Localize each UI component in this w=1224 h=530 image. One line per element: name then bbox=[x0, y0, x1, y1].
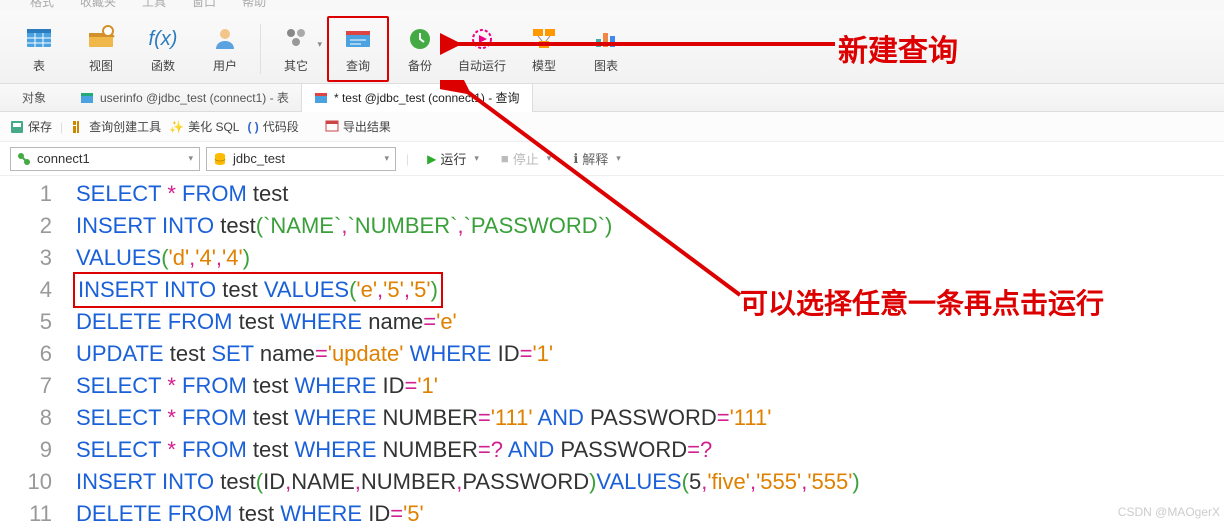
database-value: jdbc_test bbox=[233, 151, 285, 166]
ribbon-label: 其它 bbox=[284, 57, 308, 74]
view-icon bbox=[86, 23, 116, 53]
snippet-button[interactable]: ( ) 代码段 bbox=[247, 118, 298, 135]
beautify-button[interactable]: ✨ 美化 SQL bbox=[169, 118, 239, 135]
export-button[interactable]: 导出结果 bbox=[325, 118, 391, 135]
save-button[interactable]: 保存 bbox=[10, 118, 52, 135]
table-icon bbox=[24, 23, 54, 53]
ribbon-label: 表 bbox=[33, 57, 45, 74]
user-icon bbox=[210, 23, 240, 53]
query-icon bbox=[343, 23, 373, 53]
menu-格式[interactable]: 格式 bbox=[30, 0, 54, 10]
menubar: 格式 收藏夹 工具 窗口 帮助 bbox=[0, 0, 1224, 10]
ribbon-label: 图表 bbox=[594, 57, 618, 74]
ribbon-label: 查询 bbox=[346, 57, 370, 74]
connection-value: connect1 bbox=[37, 151, 90, 166]
ribbon-user-button[interactable]: 用户 bbox=[194, 16, 256, 82]
ribbon-label: 备份 bbox=[408, 57, 432, 74]
ribbon-other-button[interactable]: 其它 bbox=[265, 16, 327, 82]
connection-select[interactable]: connect1 bbox=[10, 147, 200, 171]
snippet-label: 代码段 bbox=[263, 118, 299, 135]
ribbon-label: 自动运行 bbox=[458, 57, 506, 74]
code-line[interactable]: SELECT * FROM test WHERE ID='1' bbox=[76, 370, 1224, 402]
code-line[interactable]: UPDATE test SET name='update' WHERE ID='… bbox=[76, 338, 1224, 370]
database-select[interactable]: jdbc_test bbox=[206, 147, 396, 171]
ribbon-label: 用户 bbox=[213, 57, 237, 74]
save-label: 保存 bbox=[28, 118, 52, 135]
menu-帮助[interactable]: 帮助 bbox=[242, 0, 266, 10]
code-line[interactable]: INSERT INTO test(ID,NAME,NUMBER,PASSWORD… bbox=[76, 466, 1224, 498]
ribbon-label: 函数 bbox=[151, 57, 175, 74]
tbl-icon bbox=[80, 91, 94, 105]
arrow-1 bbox=[440, 28, 840, 58]
play-icon: ▶ bbox=[427, 152, 436, 166]
ribbon-view-button[interactable]: 视图 bbox=[70, 16, 132, 82]
tab-label: userinfo @jdbc_test (connect1) - 表 bbox=[100, 89, 289, 106]
arrow-2 bbox=[440, 80, 750, 310]
ribbon-table-button[interactable]: 表 bbox=[8, 16, 70, 82]
menu-工具[interactable]: 工具 bbox=[142, 0, 166, 10]
svg-text:f(x): f(x) bbox=[149, 28, 178, 50]
code-line[interactable]: DELETE FROM test WHERE ID='5' bbox=[76, 498, 1224, 530]
backup-icon bbox=[405, 23, 435, 53]
menu-收藏夹[interactable]: 收藏夹 bbox=[80, 0, 116, 10]
ribbon-label: 视图 bbox=[89, 57, 113, 74]
menu-窗口[interactable]: 窗口 bbox=[192, 0, 216, 10]
code-line[interactable]: SELECT * FROM test WHERE NUMBER=? AND PA… bbox=[76, 434, 1224, 466]
other-icon bbox=[281, 23, 311, 53]
gutter: 1234567891011 bbox=[0, 176, 70, 530]
ribbon-label: 模型 bbox=[532, 57, 556, 74]
qry-icon bbox=[314, 91, 328, 105]
watermark: CSDN @MAOgerX bbox=[1118, 505, 1220, 519]
qbuilder-button[interactable]: 查询创建工具 bbox=[71, 118, 161, 135]
ribbon-query-button[interactable]: 查询 bbox=[327, 16, 389, 82]
ribbon-func-button[interactable]: f(x) 函数 bbox=[132, 16, 194, 82]
tab-objects[interactable]: 对象 bbox=[0, 89, 68, 106]
code-line[interactable]: DELETE FROM test WHERE name='e' bbox=[76, 306, 1224, 338]
code-line[interactable]: SELECT * FROM test WHERE NUMBER='111' AN… bbox=[76, 402, 1224, 434]
beautify-label: 美化 SQL bbox=[188, 118, 239, 135]
tab-item[interactable]: userinfo @jdbc_test (connect1) - 表 bbox=[68, 84, 302, 112]
fx-icon: f(x) bbox=[148, 23, 178, 53]
qbuilder-label: 查询创建工具 bbox=[89, 118, 161, 135]
export-label: 导出结果 bbox=[343, 118, 391, 135]
